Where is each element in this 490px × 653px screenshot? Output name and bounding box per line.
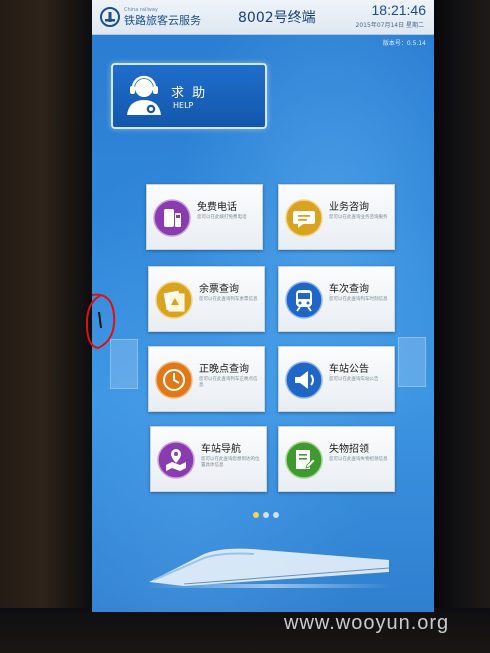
map-pin-icon <box>157 441 195 479</box>
help-label-en: HELP <box>173 101 194 110</box>
tile-business-consult[interactable]: 业务咨询 您可以在此查询业务咨询服务 <box>278 184 395 250</box>
tile-station-notice[interactable]: 车站公告 您可以在此查询车站公告 <box>278 346 395 412</box>
tile-free-phone[interactable]: 免费电话 您可以在此拨打免费电话 <box>146 184 263 250</box>
tile-title: 正晚点查询 <box>199 364 249 375</box>
headset-agent-icon <box>127 75 161 115</box>
page-dot-1[interactable] <box>253 512 259 518</box>
tile-remaining-tickets[interactable]: 余票查询 您可以在此查询列车余票信息 <box>148 266 265 332</box>
tile-description: 您可以在此查询业务咨询服务 <box>329 215 388 220</box>
clock-icon <box>155 361 193 399</box>
chat-icon <box>285 199 323 237</box>
help-button[interactable]: 求 助 HELP <box>111 63 267 129</box>
tile-lost-and-found[interactable]: 失物招领 您可以在此查询失物招领信息 <box>278 426 395 492</box>
train-icon <box>285 281 323 319</box>
next-page-arrow[interactable] <box>398 337 426 387</box>
tile-description: 您可以在此查询列车正晚点信息 <box>199 377 258 388</box>
railway-logo: China railway 铁路旅客云服务 <box>100 4 201 30</box>
ticket-icon <box>155 281 193 319</box>
tile-title: 车次查询 <box>329 284 369 295</box>
kiosk-screen: China railway 铁路旅客云服务 8002号终端 18:21:46 2… <box>92 0 434 612</box>
page-indicator <box>253 512 279 518</box>
help-label-cn: 求 助 <box>171 86 208 101</box>
page-dot-3[interactable] <box>273 512 279 518</box>
logo-english-text: China railway <box>124 7 158 13</box>
monitor-bezel-right <box>430 0 490 653</box>
tile-title: 免费电话 <box>197 202 237 213</box>
document-icon <box>285 441 323 479</box>
phone-icon <box>153 199 191 237</box>
tile-delay-query[interactable]: 正晚点查询 您可以在此查询列车正晚点信息 <box>148 346 265 412</box>
tile-description: 您可以在此查询失物招领信息 <box>329 457 388 462</box>
logo-service-name: 铁路旅客云服务 <box>124 14 201 27</box>
tile-description: 您可以在此查询车站公告 <box>329 377 379 382</box>
tile-station-navigation[interactable]: 车站导航 您可以在此查询您想到达的位置具体信息 <box>150 426 267 492</box>
red-annotation-circle <box>85 293 116 350</box>
tile-title: 车站导航 <box>201 444 241 455</box>
tile-title: 失物招领 <box>329 444 369 455</box>
high-speed-train-image <box>144 548 394 588</box>
railway-logo-icon <box>100 7 120 27</box>
tile-description: 您可以在此查询列车余票信息 <box>199 297 258 302</box>
clock-date: 2015年07月14日 星期二 <box>355 22 424 29</box>
clock-time: 18:21:46 <box>371 2 427 18</box>
megaphone-icon <box>285 361 323 399</box>
terminal-title: 8002号终端 <box>238 10 316 26</box>
tile-title: 车站公告 <box>329 364 369 375</box>
page-dot-2[interactable] <box>263 512 269 518</box>
tile-title: 余票查询 <box>199 284 239 295</box>
version-label: 版本号：0.5.14 <box>382 40 426 47</box>
tile-train-number[interactable]: 车次查询 您可以在此查询列车时刻信息 <box>278 266 395 332</box>
tile-description: 您可以在此查询您想到达的位置具体信息 <box>201 457 260 468</box>
watermark: www.wooyun.org <box>284 612 450 634</box>
tile-title: 业务咨询 <box>329 202 369 213</box>
tile-description: 您可以在此拨打免费电话 <box>197 215 247 220</box>
header-bar: China railway 铁路旅客云服务 8002号终端 18:21:46 2… <box>92 0 434 35</box>
tile-description: 您可以在此查询列车时刻信息 <box>329 297 388 302</box>
